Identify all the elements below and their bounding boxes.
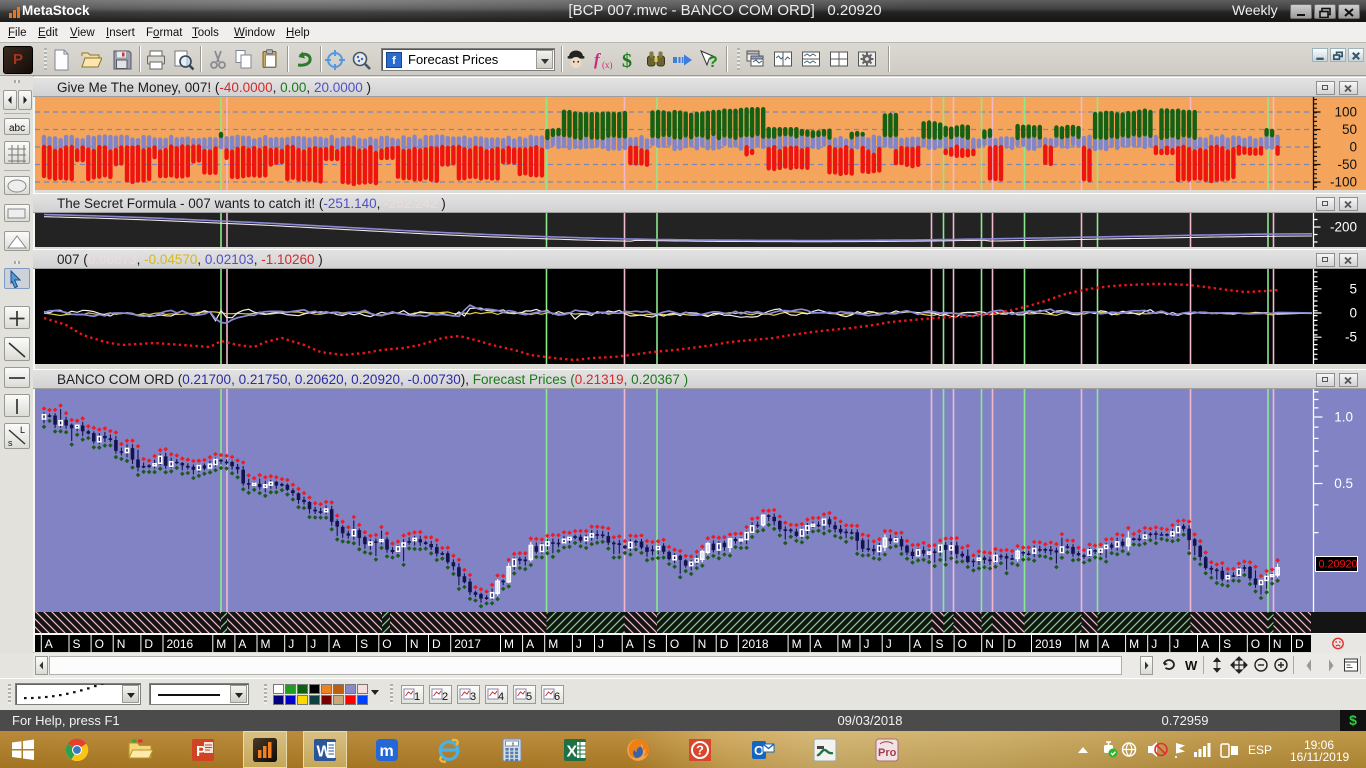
svg-text:0.20920: 0.20920	[1319, 559, 1358, 571]
svg-text:s: s	[8, 438, 13, 448]
svg-text:ESP: ESP	[1248, 743, 1272, 757]
svg-text:S: S	[73, 637, 81, 651]
svg-text:3: 3	[470, 691, 476, 703]
svg-text:J: J	[310, 637, 316, 651]
svg-text:?: ?	[708, 54, 718, 71]
svg-text:O: O	[95, 637, 104, 651]
svg-text:-100: -100	[1330, 175, 1357, 190]
svg-text:2017: 2017	[454, 637, 481, 651]
svg-text:M: M	[1079, 637, 1089, 651]
svg-text:2: 2	[442, 691, 448, 703]
svg-text:M: M	[504, 637, 514, 651]
svg-text:100: 100	[1334, 105, 1357, 120]
svg-text:N: N	[410, 637, 419, 651]
svg-text:N: N	[985, 637, 994, 651]
svg-text:A: A	[526, 637, 534, 651]
svg-text:?: ?	[696, 743, 704, 758]
svg-text:O: O	[670, 637, 679, 651]
svg-text:D: D	[1295, 637, 1304, 651]
svg-text:N: N	[117, 637, 126, 651]
svg-text:0: 0	[1349, 306, 1357, 321]
svg-text:W: W	[1185, 658, 1198, 673]
svg-text:N: N	[698, 637, 707, 651]
svg-text:4: 4	[498, 691, 504, 703]
svg-text:N: N	[1273, 637, 1282, 651]
svg-text:J: J	[1151, 637, 1157, 651]
svg-text:S: S	[360, 637, 368, 651]
svg-text:16/11/2019: 16/11/2019	[1290, 750, 1349, 763]
svg-text:S: S	[648, 637, 656, 651]
svg-text:M: M	[261, 637, 271, 651]
svg-text:A: A	[1201, 637, 1209, 651]
svg-text:0: 0	[1349, 140, 1357, 155]
svg-text:M: M	[841, 637, 851, 651]
svg-text:A: A	[626, 637, 634, 651]
svg-text:D: D	[432, 637, 441, 651]
svg-text:1.0: 1.0	[1334, 410, 1353, 425]
svg-text:50: 50	[1342, 122, 1357, 137]
svg-text:A: A	[913, 637, 921, 651]
svg-text:D: D	[720, 637, 729, 651]
svg-text:S: S	[1223, 637, 1231, 651]
svg-text:f: f	[594, 50, 602, 69]
svg-text:J: J	[576, 637, 582, 651]
svg-text:2016: 2016	[167, 637, 194, 651]
svg-text:J: J	[1173, 637, 1179, 651]
svg-text:-5: -5	[1345, 330, 1357, 345]
svg-text:M: M	[1129, 637, 1139, 651]
svg-text:A: A	[238, 637, 246, 651]
svg-text:J: J	[598, 637, 604, 651]
svg-text:J: J	[864, 637, 870, 651]
svg-text:O: O	[958, 637, 967, 651]
svg-text:O: O	[1251, 637, 1260, 651]
svg-text:L: L	[20, 425, 25, 435]
svg-text:M: M	[792, 637, 802, 651]
svg-text:$: $	[622, 50, 632, 72]
svg-text:1: 1	[414, 691, 420, 703]
svg-text:J: J	[288, 637, 294, 651]
svg-text:6: 6	[554, 691, 560, 703]
svg-text:M: M	[548, 637, 558, 651]
svg-text:5: 5	[526, 691, 532, 703]
svg-text:A: A	[814, 637, 822, 651]
svg-text:X: X	[567, 744, 578, 761]
svg-text:D: D	[1007, 637, 1016, 651]
svg-text:-200: -200	[1330, 220, 1357, 235]
svg-text:m: m	[380, 743, 394, 760]
svg-text:(x): (x)	[602, 60, 613, 70]
svg-text:0: 0	[512, 741, 515, 747]
svg-text:M: M	[216, 637, 226, 651]
svg-text:D: D	[144, 637, 153, 651]
svg-text:S: S	[936, 637, 944, 651]
svg-text:A: A	[45, 637, 53, 651]
svg-text:5: 5	[1349, 281, 1357, 296]
svg-text:abc: abc	[9, 123, 25, 134]
svg-text:Pro: Pro	[878, 747, 897, 759]
svg-text:2019: 2019	[1035, 637, 1062, 651]
svg-text:A: A	[1101, 637, 1109, 651]
svg-text:0.5: 0.5	[1334, 476, 1353, 491]
svg-text:2018: 2018	[742, 637, 769, 651]
svg-text:O: O	[382, 637, 391, 651]
svg-text:A: A	[333, 637, 341, 651]
svg-text:-50: -50	[1337, 157, 1357, 172]
svg-text:J: J	[886, 637, 892, 651]
